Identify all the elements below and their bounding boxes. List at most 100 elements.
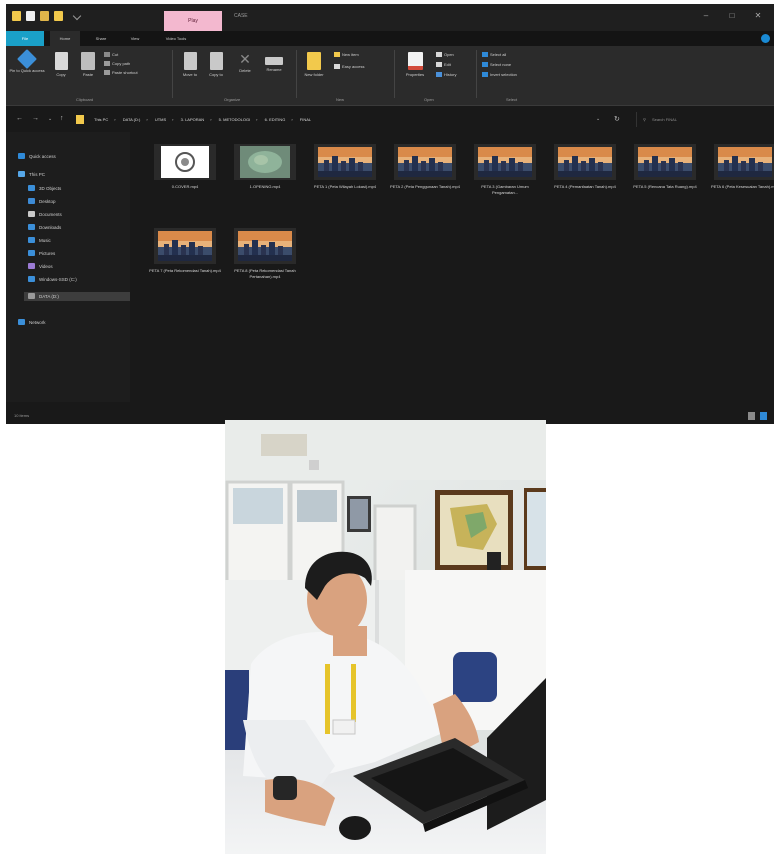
paste-shortcut-button[interactable]: Paste shortcut (104, 70, 138, 76)
rename-button[interactable]: Rename (260, 52, 288, 72)
file-item[interactable]: PETA 3 (Gambaran Umum Pengamatan... (468, 144, 542, 195)
close-button[interactable]: ✕ (748, 11, 768, 20)
sidebar-item[interactable]: Downloads (28, 223, 61, 232)
breadcrumb-segment[interactable]: UTMS (155, 117, 166, 122)
tab-video-tools[interactable]: Video Tools (156, 31, 196, 46)
move-to-button[interactable]: Move to (178, 52, 202, 77)
tab-share[interactable]: Share (86, 31, 116, 46)
file-item[interactable]: PETA 5 (Rencana Tata Ruang).mp4 (628, 144, 702, 190)
select-none-label: Select none (490, 62, 512, 67)
paste-button[interactable]: Paste (76, 52, 100, 77)
chevron-right-icon: › (256, 117, 258, 122)
photo-illustration (225, 420, 546, 854)
select-all-button[interactable]: Select all (482, 52, 506, 58)
file-item[interactable]: PETA 8 (Peta Rekomendasi Tanah Pertanaha… (228, 228, 302, 279)
copy-to-button[interactable]: Copy to (204, 52, 228, 77)
easy-access-button[interactable]: Easy access (334, 64, 364, 70)
breadcrumb-segment[interactable]: 6. EDITING (265, 117, 286, 122)
sidebar-item[interactable]: Videos (28, 262, 53, 271)
file-name: 0.COVER.mp4 (171, 184, 199, 189)
forward-arrow-icon[interactable]: → (32, 115, 39, 122)
address-dropdown-icon[interactable]: ⌄ (596, 116, 600, 122)
details-view-icon[interactable] (748, 412, 755, 420)
file-name: PETA 2 (Peta Penggunaan Tanah).mp4 (390, 184, 460, 189)
sidebar-item[interactable]: Windows-SSD (C:) (28, 275, 77, 284)
delete-button[interactable]: ✕ Delete (232, 52, 258, 73)
contextual-tab-play[interactable]: Play (164, 11, 222, 31)
select-none-button[interactable]: Select none (482, 62, 511, 68)
copy-path-icon (104, 61, 110, 66)
sidebar-item-label: Windows-SSD (C:) (39, 277, 77, 282)
file-item[interactable]: PETA 2 (Peta Penggunaan Tanah).mp4 (388, 144, 462, 190)
file-item[interactable]: PETA 1 (Peta Wilayah Lokasi).mp4 (308, 144, 382, 190)
sidebar-item-label: Music (39, 238, 51, 243)
copy-path-button[interactable]: Copy path (104, 61, 130, 67)
sidebar-item[interactable]: Desktop (28, 197, 56, 206)
new-folder-quick-icon[interactable] (40, 11, 49, 21)
file-name: PETA 7 (Peta Rekomendasi Tanah).mp4 (149, 268, 221, 273)
new-item-label: New item (342, 52, 359, 57)
sidebar-item-label: Videos (39, 264, 53, 269)
copy-button[interactable]: Copy (50, 52, 72, 77)
window-title: CASE (234, 13, 248, 19)
refresh-icon[interactable]: ↻ (614, 115, 620, 123)
edit-label: Edit (444, 62, 451, 67)
group-label-open: Open (424, 97, 434, 102)
file-item[interactable]: PETA 6 (Peta Kesesuaian Tanah).mp4 (708, 144, 774, 190)
tab-view[interactable]: View (120, 31, 150, 46)
pin-button[interactable]: Pin to Quick access (8, 49, 46, 73)
sidebar-item-label: DATA (D:) (39, 294, 59, 299)
group-label-select: Select (506, 97, 518, 102)
file-name: PETA 6 (Peta Kesesuaian Tanah).mp4 (710, 184, 774, 189)
chevron-down-icon[interactable] (72, 11, 82, 21)
chevron-right-icon: › (172, 117, 174, 122)
search-input[interactable]: ⚲ Search FINAL (636, 112, 768, 127)
sidebar-item[interactable]: Network (18, 318, 46, 327)
breadcrumb-segment[interactable]: FINAL (300, 117, 311, 122)
sidebar-item[interactable]: This PC (18, 170, 45, 179)
properties-button[interactable]: Properties (398, 52, 432, 77)
properties-quick-icon[interactable] (26, 11, 35, 21)
group-label-clipboard: Clipboard (76, 97, 94, 102)
folder-icon[interactable] (12, 11, 21, 21)
tab-file[interactable]: File (6, 31, 44, 46)
recent-chevron-icon[interactable]: ⌄ (48, 116, 52, 122)
minimize-button[interactable]: – (696, 11, 716, 20)
history-button[interactable]: History (436, 72, 456, 78)
file-item[interactable]: PETA 4 (Pemanfaatan Tanah).mp4 (548, 144, 622, 190)
breadcrumb-segment[interactable]: DATA (D:) (123, 117, 141, 122)
sidebar-item[interactable]: Music (28, 236, 51, 245)
sidebar-item[interactable]: Quick access (18, 152, 56, 161)
sidebar-item[interactable]: Pictures (28, 249, 55, 258)
invert-selection-button[interactable]: Invert selection (482, 72, 517, 78)
video-thumbnail-icon (154, 228, 216, 264)
new-folder-label: New folder (304, 72, 324, 77)
file-name: PETA 8 (Peta Rekomendasi Tanah Pertanaha… (234, 268, 296, 279)
tab-home[interactable]: Home (50, 31, 80, 46)
folder-quick-icon[interactable] (54, 11, 63, 21)
open-button[interactable]: Open (436, 52, 454, 58)
file-item[interactable]: 1.OPENING.mp4 (228, 144, 302, 190)
back-arrow-icon[interactable]: ← (16, 115, 23, 122)
help-icon[interactable] (761, 34, 770, 43)
address-bar[interactable]: This PC › DATA (D:) › UTMS › 3. LAPORAN › 5.… (94, 112, 584, 127)
cut-button[interactable]: Cut (104, 52, 118, 58)
file-item[interactable]: 0.COVER.mp4 (148, 144, 222, 190)
breadcrumb-segment[interactable]: This PC (94, 117, 108, 122)
new-folder-button[interactable]: New folder (300, 52, 328, 77)
up-arrow-icon[interactable]: ↑ (60, 115, 64, 122)
breadcrumb-segment[interactable]: 3. LAPORAN (181, 117, 205, 122)
file-item[interactable]: PETA 7 (Peta Rekomendasi Tanah).mp4 (148, 228, 222, 274)
maximize-button[interactable]: □ (722, 11, 742, 20)
sidebar-item[interactable]: Documents (28, 210, 62, 219)
large-icons-view-icon[interactable] (760, 412, 767, 420)
drive-icon (28, 293, 35, 299)
breadcrumb-segment[interactable]: 5. METODOLOGI (219, 117, 251, 122)
easy-access-label: Easy access (342, 64, 365, 69)
search-placeholder: Search FINAL (651, 117, 678, 122)
sidebar-item[interactable]: 3D Objects (28, 184, 61, 193)
new-item-button[interactable]: New item (334, 52, 359, 58)
sidebar-item[interactable]: DATA (D:) (24, 292, 136, 301)
sidebar-item-label: Quick access (29, 154, 56, 159)
edit-button[interactable]: Edit (436, 62, 451, 68)
